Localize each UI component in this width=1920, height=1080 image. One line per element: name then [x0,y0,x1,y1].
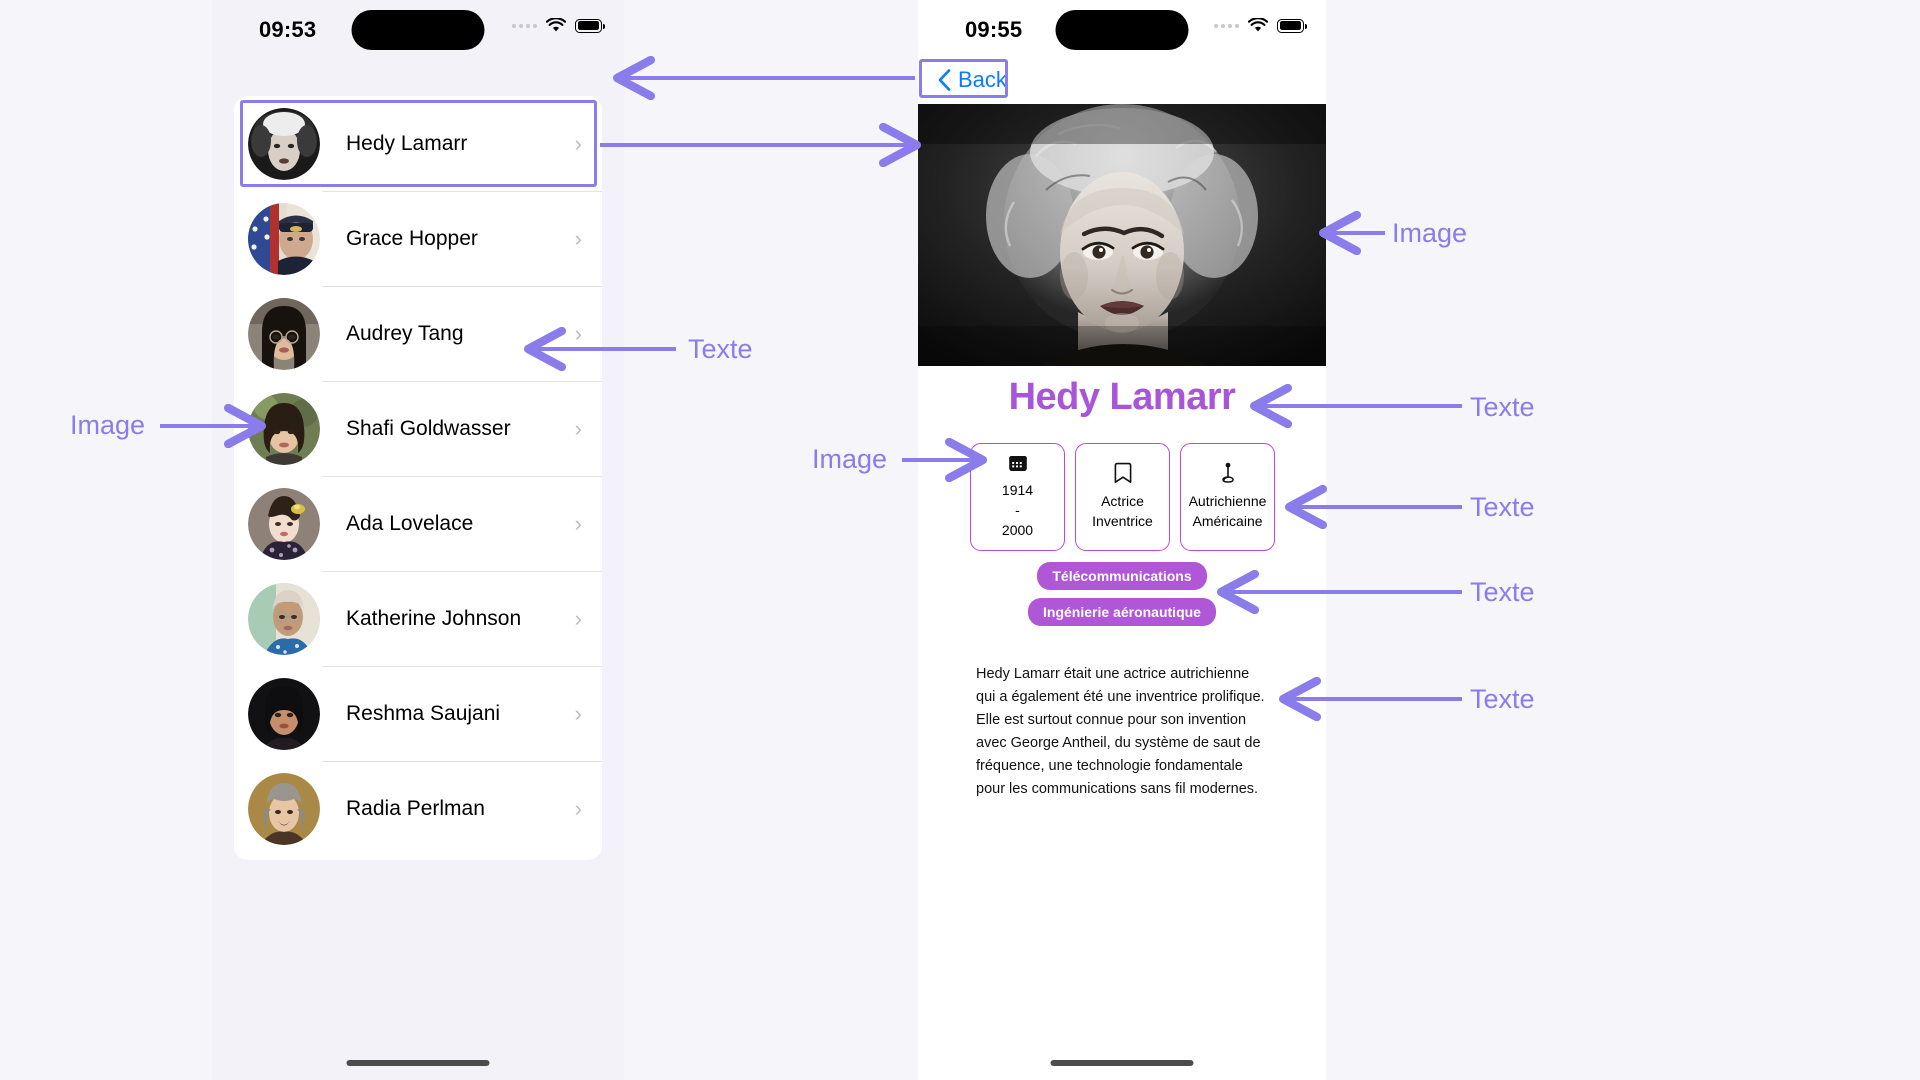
bookmark-icon [1114,462,1131,483]
dynamic-island [351,10,485,50]
location-pin-icon [1221,462,1234,483]
avatar [248,297,320,370]
info-card-profession[interactable]: Actrice Inventrice [1075,443,1170,551]
signal-dots-icon [512,23,537,28]
annotation-label: Image [812,444,888,474]
avatar [248,582,320,655]
annotation-label: Texte [688,334,753,364]
status-time: 09:55 [965,17,1023,42]
annotation-label: Image [1392,218,1468,248]
phone-list-screen: 09:53 Hedy Lamarr › Grace Hopper › Audre… [212,0,624,1080]
status-bar-detail: 09:55 [918,0,1326,60]
list-item-label: Audrey Tang [346,321,464,345]
battery-icon [1277,18,1307,33]
info-card-line: Américaine [1192,512,1263,529]
chevron-right-icon: › [574,700,582,726]
list-item[interactable]: Radia Perlman › [234,761,602,856]
chevron-right-icon: › [574,225,582,251]
back-button-label: Back [958,67,1007,92]
list-item-label: Ada Lovelace [346,511,474,535]
hero-portrait-image [918,104,1326,366]
chevron-right-icon: › [574,510,582,536]
avatar [248,202,320,275]
biography-text: Hedy Lamarr était une actrice autrichien… [976,666,1265,797]
annotation-label: Texte [1470,684,1535,714]
wifi-icon [546,18,566,32]
tag-chip[interactable]: Ingénierie aéronautique [1028,598,1216,626]
chevron-right-icon: › [574,605,582,631]
avatar [248,392,320,465]
info-card-line: 2000 [1001,521,1034,538]
info-cards-row: 1914 - 2000 Actrice Inventrice Autrichie… [970,443,1275,551]
info-card-dates[interactable]: 1914 - 2000 [970,443,1065,551]
navigation-bar: Back [918,60,1326,106]
chevron-right-icon: › [574,320,582,346]
signal-dots-icon [1214,23,1239,28]
list-item[interactable]: Hedy Lamarr › [234,96,602,191]
list-item[interactable]: Grace Hopper › [234,191,602,286]
list-item[interactable]: Reshma Saujani › [234,666,602,761]
tag-chip[interactable]: Télécommunications [1037,562,1207,590]
info-card-line: Inventrice [1092,512,1153,529]
chevron-right-icon: › [574,795,582,821]
annotation-label: Texte [1470,492,1535,522]
status-bar-list: 09:53 [212,0,624,60]
info-card-line: 1914 [1001,482,1034,498]
list-item-label: Shafi Goldwasser [346,416,511,440]
list-item[interactable]: Ada Lovelace › [234,476,602,571]
page-title: Hedy Lamarr [1008,376,1236,418]
list-item[interactable]: Audrey Tang › [234,286,602,381]
status-indicators [1214,18,1307,33]
wifi-icon [1248,18,1268,32]
avatar [248,677,320,750]
list-item-label: Reshma Saujani [346,701,501,725]
status-time: 09:53 [259,17,317,42]
list-item-label: Katherine Johnson [346,606,522,630]
info-card-nationality[interactable]: Autrichienne Américaine [1180,443,1275,551]
info-card-line: - [1015,501,1020,518]
info-card-line: Actrice [1101,492,1144,509]
battery-icon [575,18,605,33]
list-item[interactable]: Katherine Johnson › [234,571,602,666]
people-list-card: Hedy Lamarr › Grace Hopper › Audrey Tang… [234,96,602,860]
chevron-right-icon: › [574,130,582,156]
phone-detail-screen: 09:55 Back Hedy Lamarr 1914 - 2000 Actri… [918,0,1326,1080]
list-item-label: Grace Hopper [346,226,478,250]
chevron-left-icon [938,69,951,91]
status-indicators [512,18,605,33]
chevron-right-icon: › [574,415,582,441]
annotation-label: Texte [1470,392,1535,422]
avatar [248,772,320,845]
list-item-label: Hedy Lamarr [346,131,468,155]
calendar-icon [1008,456,1027,471]
home-indicator[interactable] [1050,1060,1194,1066]
list-item-label: Radia Perlman [346,796,485,820]
tags-list: Télécommunications Ingénierie aéronautiq… [918,562,1326,626]
annotation-label: Texte [1470,577,1535,607]
back-button[interactable]: Back [934,64,1015,96]
screenshot-root: 09:53 Hedy Lamarr › Grace Hopper › Audre… [0,0,1920,1080]
annotation-label: Image [70,410,146,440]
dynamic-island [1055,10,1189,50]
avatar [248,107,320,180]
avatar [248,487,320,560]
list-item[interactable]: Shafi Goldwasser › [234,381,602,476]
info-card-line: Autrichienne [1188,492,1267,509]
home-indicator[interactable] [346,1060,490,1066]
